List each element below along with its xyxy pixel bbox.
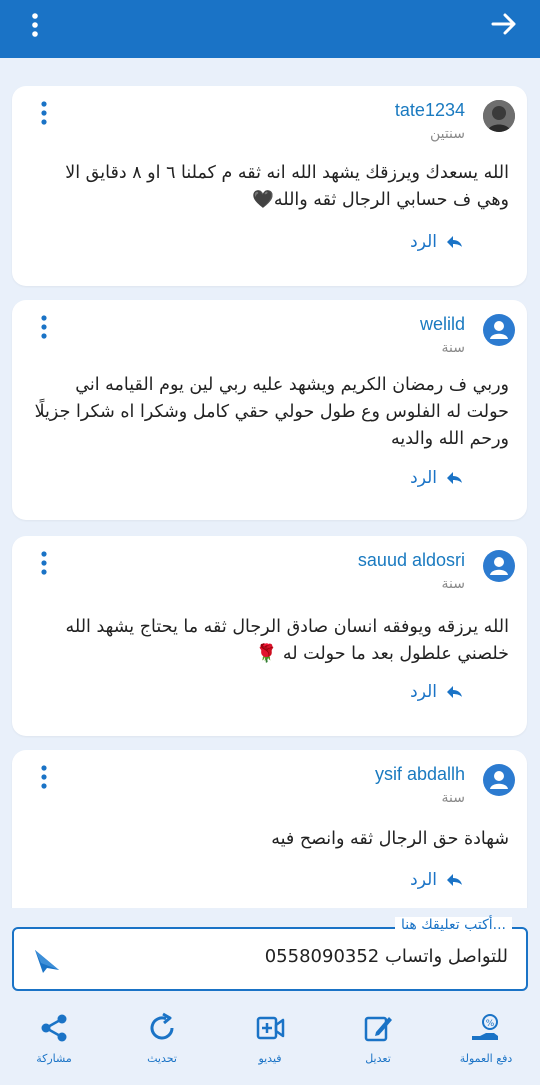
video-label: فيديو (258, 1052, 282, 1065)
person-icon (490, 557, 508, 575)
person-icon (490, 771, 508, 789)
comment-body: الله يرزقه ويوفقه انسان صادق الرجال ثقه … (65, 617, 509, 664)
commission-payment-label: دفع العمولة (459, 1052, 513, 1065)
reply-label: الرد (410, 870, 437, 890)
comment-time: سنة (441, 576, 465, 592)
share-button[interactable]: مشاركة (14, 1012, 94, 1065)
comment-username[interactable]: ysif abdallh (375, 764, 465, 785)
reply-icon (447, 236, 462, 248)
video-add-icon (256, 1016, 285, 1040)
edit-button[interactable]: تعديل (338, 1012, 418, 1065)
comment-username[interactable]: tate1234 (395, 100, 465, 121)
comment-input[interactable]: أكتب تعليقك هنا... للتواصل واتساب 055809… (12, 917, 528, 991)
comment-username[interactable]: welild (420, 314, 465, 335)
video-button[interactable]: فيديو (230, 1012, 310, 1065)
comment-options-icon[interactable] (34, 314, 54, 340)
reply-icon (447, 472, 462, 484)
comment-body: شهادة حق الرجال ثقه وانصح فيه (271, 829, 509, 849)
comment-card: tate1234 سنتين الله يسعدك ويرزقك يشهد ال… (12, 86, 527, 286)
comment-time: سنتين (429, 126, 465, 142)
send-icon[interactable] (32, 945, 62, 975)
comment-input-value[interactable]: للتواصل واتساب 0558090352 (265, 946, 508, 967)
edit-label: تعديل (365, 1052, 391, 1065)
refresh-label: تحديث (147, 1052, 177, 1065)
person-icon (490, 321, 508, 339)
commission-payment-button[interactable]: % دفع العمولة (446, 1012, 526, 1065)
comment-options-icon[interactable] (34, 764, 54, 790)
share-label: مشاركة (36, 1052, 72, 1065)
comment-input-label: أكتب تعليقك هنا... (394, 917, 512, 933)
share-icon (41, 1014, 67, 1042)
avatar[interactable] (483, 100, 515, 132)
commission-payment-icon: % (472, 1014, 498, 1040)
comment-body: الله يسعدك ويرزقك يشهد الله انه ثقه م كم… (65, 163, 509, 210)
kebab-menu-icon[interactable] (20, 10, 50, 40)
comment-card: welild سنة وربي ف رمضان الكريم ويشهد علي… (12, 300, 527, 520)
reply-button[interactable]: الرد (410, 232, 465, 252)
comment-time: سنة (441, 340, 465, 356)
reply-label: الرد (410, 232, 437, 252)
comments-list[interactable]: tate1234 سنتين الله يسعدك ويرزقك يشهد ال… (0, 58, 540, 908)
edit-icon (364, 1016, 392, 1042)
comment-options-icon[interactable] (34, 550, 54, 576)
reply-icon (447, 686, 462, 698)
comment-time: سنة (441, 790, 465, 806)
refresh-button[interactable]: تحديث (122, 1012, 202, 1065)
reply-label: الرد (410, 468, 437, 488)
reply-icon (447, 874, 462, 886)
reply-button[interactable]: الرد (410, 468, 465, 488)
top-app-bar (0, 0, 540, 58)
reply-label: الرد (410, 682, 437, 702)
reply-button[interactable]: الرد (410, 870, 465, 890)
comment-card: ysif abdallh سنة شهادة حق الرجال ثقه وان… (12, 750, 527, 908)
comment-options-icon[interactable] (34, 100, 54, 126)
bottom-toolbar: مشاركة تحديث فيديو تعديل % دفع العمولة (0, 1000, 540, 1085)
comment-card: sauud aldosri سنة الله يرزقه ويوفقه انسا… (12, 536, 527, 736)
avatar[interactable] (483, 314, 515, 346)
arrow-right-icon[interactable] (488, 8, 520, 40)
svg-text:%: % (486, 1019, 495, 1029)
reply-button[interactable]: الرد (410, 682, 465, 702)
comment-username[interactable]: sauud aldosri (358, 550, 465, 571)
avatar[interactable] (483, 550, 515, 582)
avatar[interactable] (483, 764, 515, 796)
comment-body: وربي ف رمضان الكريم ويشهد عليه ربي لين ي… (34, 375, 509, 449)
refresh-icon (150, 1012, 174, 1040)
